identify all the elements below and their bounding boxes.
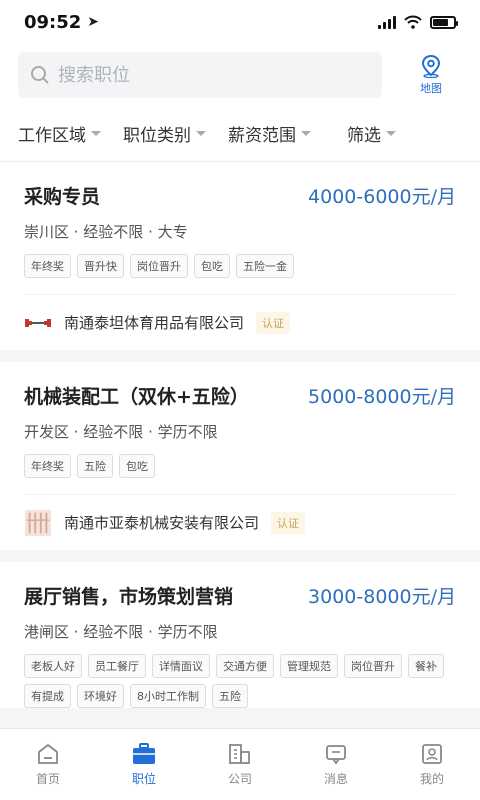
caret-down-icon bbox=[91, 131, 101, 136]
job-tag: 老板人好 bbox=[24, 654, 82, 678]
job-card[interactable]: 展厅销售，市场策划营销 3000-8000元/月 港闸区 · 经验不限 · 学历… bbox=[0, 562, 480, 708]
home-icon bbox=[38, 743, 58, 764]
briefcase-icon bbox=[133, 743, 155, 764]
job-salary: 3000-8000元/月 bbox=[308, 586, 456, 608]
filter-screen[interactable]: 筛选 bbox=[347, 121, 396, 146]
status-time: 09:52 bbox=[24, 11, 82, 33]
tab-profile[interactable]: 我的 bbox=[384, 729, 480, 800]
signal-icon bbox=[378, 15, 396, 29]
verified-badge: 认证 bbox=[256, 311, 291, 334]
tab-label: 职位 bbox=[131, 772, 156, 786]
dumbbell-logo-icon bbox=[24, 309, 52, 337]
tab-company[interactable]: 公司 bbox=[192, 729, 288, 800]
job-tag: 员工餐厅 bbox=[88, 654, 146, 678]
verified-badge: 认证 bbox=[271, 511, 306, 534]
job-tag: 五险 bbox=[77, 454, 113, 478]
job-meta: 崇川区 · 经验不限 · 大专 bbox=[24, 223, 188, 241]
tab-messages[interactable]: 消息 bbox=[288, 729, 384, 800]
tab-label: 公司 bbox=[227, 772, 252, 786]
filter-job-category[interactable]: 职位类别 bbox=[123, 121, 206, 146]
filter-label: 工作区域 bbox=[18, 126, 86, 146]
job-tag: 五险 bbox=[212, 684, 248, 708]
filter-salary-range[interactable]: 薪资范围 bbox=[228, 121, 311, 146]
job-tags: 年终奖 晋升快 岗位晋升 包吃 五险一金 bbox=[24, 254, 456, 278]
job-meta: 开发区 · 经验不限 · 学历不限 bbox=[24, 423, 218, 441]
battery-icon bbox=[430, 15, 458, 29]
job-tag: 晋升快 bbox=[77, 254, 124, 278]
job-tag: 包吃 bbox=[119, 454, 155, 478]
job-tag: 有提成 bbox=[24, 684, 71, 708]
header: 地图 bbox=[0, 44, 480, 106]
job-list: 采购专员 4000-6000元/月 崇川区 · 经验不限 · 大专 年终奖 晋升… bbox=[0, 162, 480, 728]
map-pin-icon bbox=[421, 54, 441, 78]
tab-bar: 首页 职位 公司 消息 我的 bbox=[0, 728, 480, 800]
map-button[interactable]: 地图 bbox=[400, 54, 462, 96]
company-logo-icon bbox=[24, 509, 52, 537]
job-tag: 岗位晋升 bbox=[130, 254, 188, 278]
job-tag: 8小时工作制 bbox=[130, 684, 206, 708]
job-card[interactable]: 采购专员 4000-6000元/月 崇川区 · 经验不限 · 大专 年终奖 晋升… bbox=[0, 162, 480, 350]
tab-jobs[interactable]: 职位 bbox=[96, 729, 192, 800]
search-bar[interactable] bbox=[18, 52, 382, 98]
job-tags: 年终奖 五险 包吃 bbox=[24, 454, 456, 478]
job-card[interactable]: 机械装配工（双休+五险） 5000-8000元/月 开发区 · 经验不限 · 学… bbox=[0, 362, 480, 550]
tab-label: 我的 bbox=[419, 772, 444, 786]
company-name: 南通市亚泰机械安装有限公司 bbox=[64, 514, 260, 532]
caret-down-icon bbox=[196, 131, 206, 136]
job-tag: 餐补 bbox=[408, 654, 444, 678]
profile-icon bbox=[422, 744, 442, 764]
tab-label: 首页 bbox=[35, 772, 60, 786]
filter-label: 职位类别 bbox=[123, 126, 191, 146]
job-meta: 港闸区 · 经验不限 · 学历不限 bbox=[24, 623, 218, 641]
filter-work-area[interactable]: 工作区域 bbox=[18, 121, 101, 146]
job-header: 机械装配工（双休+五险） 5000-8000元/月 bbox=[24, 362, 456, 409]
tab-label: 消息 bbox=[323, 772, 348, 786]
job-title: 采购专员 bbox=[24, 186, 101, 208]
building-icon bbox=[229, 744, 250, 764]
job-salary: 4000-6000元/月 bbox=[308, 186, 456, 208]
caret-down-icon bbox=[301, 131, 311, 136]
map-label: 地图 bbox=[420, 82, 442, 95]
job-header: 展厅销售，市场策划营销 3000-8000元/月 bbox=[24, 562, 456, 609]
company-row[interactable]: 南通泰坦体育用品有限公司 认证 bbox=[24, 294, 456, 350]
job-tag: 环境好 bbox=[77, 684, 124, 708]
filter-bar: 工作区域 职位类别 薪资范围 筛选 bbox=[0, 106, 480, 162]
status-bar: 09:52 ➤ bbox=[0, 0, 480, 44]
filter-label: 筛选 bbox=[347, 126, 381, 146]
job-salary: 5000-8000元/月 bbox=[308, 386, 456, 408]
job-tag: 五险一金 bbox=[236, 254, 294, 278]
message-icon bbox=[326, 745, 346, 765]
job-title: 展厅销售，市场策划营销 bbox=[24, 586, 234, 608]
company-row[interactable]: 南通市亚泰机械安装有限公司 认证 bbox=[24, 494, 456, 550]
search-input[interactable] bbox=[58, 64, 338, 86]
job-header: 采购专员 4000-6000元/月 bbox=[24, 162, 456, 209]
wifi-icon bbox=[404, 15, 422, 29]
job-tags: 老板人好 员工餐厅 详情面议 交通方便 管理规范 岗位晋升 餐补 有提成 环境好… bbox=[24, 654, 456, 708]
job-tag: 交通方便 bbox=[216, 654, 274, 678]
job-tag: 岗位晋升 bbox=[344, 654, 402, 678]
job-tag: 包吃 bbox=[194, 254, 230, 278]
job-tag: 年终奖 bbox=[24, 454, 71, 478]
filter-label: 薪资范围 bbox=[228, 126, 296, 146]
location-arrow-icon: ➤ bbox=[87, 14, 100, 30]
tab-home[interactable]: 首页 bbox=[0, 729, 96, 800]
job-title: 机械装配工（双休+五险） bbox=[24, 386, 249, 408]
job-tag: 管理规范 bbox=[280, 654, 338, 678]
caret-down-icon bbox=[386, 131, 396, 136]
search-icon bbox=[31, 66, 49, 84]
job-tag: 年终奖 bbox=[24, 254, 71, 278]
job-tag: 详情面议 bbox=[152, 654, 210, 678]
status-icons bbox=[378, 15, 458, 29]
company-name: 南通泰坦体育用品有限公司 bbox=[64, 314, 245, 332]
